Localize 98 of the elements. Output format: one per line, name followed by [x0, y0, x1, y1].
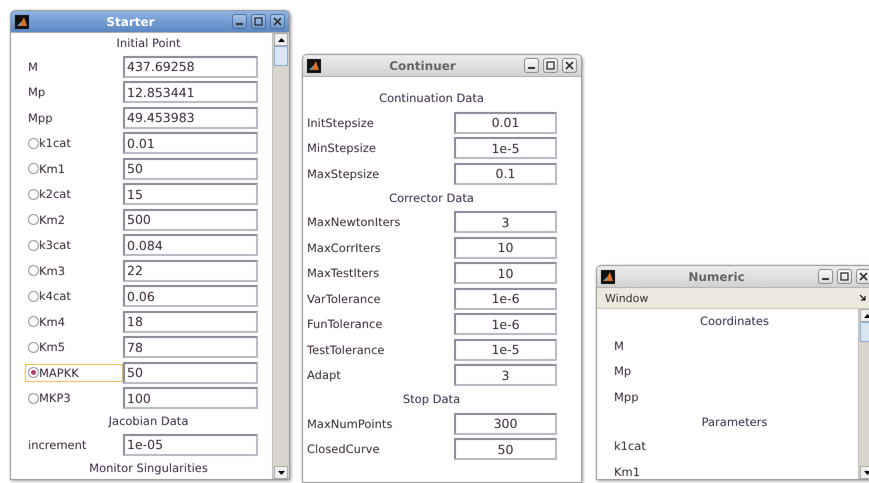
field-label: MaxNewtonIters [307, 215, 400, 230]
field-label: Adapt [307, 368, 341, 382]
down-triangle-icon [278, 470, 284, 474]
close-button[interactable] [270, 14, 285, 29]
section-heading: Continuation Data [379, 91, 484, 105]
field-label: VarTolerance [307, 292, 381, 306]
window-title: Starter [105, 14, 156, 28]
field-label: TestTolerance [307, 342, 384, 357]
field-label: Km1 [614, 464, 640, 479]
field-label: MaxStepsize [307, 166, 380, 181]
up-triangle-icon [278, 38, 284, 42]
value-field[interactable]: 437.69258 [123, 56, 258, 78]
arrow-icon [859, 294, 867, 302]
radio-option[interactable]: k2cat [25, 185, 123, 204]
value-field[interactable]: 49.453983 [123, 106, 258, 129]
maximize-icon [840, 272, 849, 281]
field-label: FunTolerance [307, 317, 382, 332]
field-label: InitStepsize [307, 116, 374, 130]
section-heading: Coordinates [700, 314, 770, 328]
radio-option[interactable]: MAPKK [25, 364, 123, 382]
field-label: MaxTestIters [307, 266, 380, 280]
radio-option[interactable]: MKP3 [25, 389, 123, 408]
field-label: M [28, 60, 38, 74]
radio-option[interactable]: k1cat [25, 134, 123, 152]
value-field[interactable]: 50 [454, 438, 557, 460]
value-field[interactable]: 50 [123, 158, 258, 180]
scroll-up-button[interactable] [274, 33, 288, 46]
maximize-button[interactable] [543, 58, 558, 73]
field-label: MaxNumPoints [307, 416, 392, 431]
value-field[interactable]: 300 [454, 412, 557, 435]
maximize-button[interactable] [837, 269, 852, 284]
close-icon [859, 272, 868, 281]
down-triangle-icon [864, 470, 869, 474]
minimize-button[interactable] [524, 58, 539, 73]
value-field[interactable]: 0.01 [123, 132, 258, 154]
app-logo-icon [15, 14, 29, 28]
window-title: Continuer [388, 58, 457, 72]
value-field[interactable]: 10 [454, 236, 557, 259]
scrollbar[interactable] [272, 33, 289, 479]
field-label: ClosedCurve [307, 442, 380, 456]
minimize-button[interactable] [818, 269, 833, 284]
value-field[interactable]: 3 [454, 364, 557, 386]
value-field[interactable]: 0.1 [454, 162, 557, 185]
field-label: increment [28, 438, 86, 452]
section-heading: Stop Data [402, 392, 460, 406]
value-field[interactable]: 1e-5 [454, 338, 557, 361]
value-field[interactable]: 50 [123, 362, 258, 384]
value-field[interactable]: 1e-5 [454, 137, 557, 160]
value-field[interactable]: 3 [454, 211, 557, 234]
value-field[interactable]: 1e-6 [454, 288, 557, 310]
value-field[interactable]: 1e-6 [454, 313, 557, 336]
menu-item[interactable]: Window [605, 292, 648, 304]
radio-option[interactable]: Km1 [25, 160, 123, 178]
field-label: k1cat [614, 439, 646, 454]
field-label: M [614, 338, 624, 353]
window-title: Numeric [687, 270, 746, 284]
radio-option[interactable]: Km4 [25, 312, 123, 331]
maximize-icon [254, 17, 263, 26]
field-label: MaxCorrIters [307, 240, 381, 255]
section-heading: Jacobian Data [108, 414, 188, 428]
radio-option[interactable]: k3cat [25, 236, 123, 254]
radio-option[interactable]: Km3 [25, 262, 123, 280]
app-logo-icon [307, 58, 321, 72]
scroll-down-button[interactable] [274, 466, 288, 479]
field-label: Mpp [614, 390, 639, 404]
value-field[interactable]: 10 [454, 262, 557, 284]
value-field[interactable]: 18 [123, 310, 258, 333]
app-logo-icon [601, 270, 615, 284]
value-field[interactable]: 0.01 [454, 112, 557, 134]
close-icon [273, 17, 282, 26]
value-field[interactable]: 78 [123, 336, 258, 358]
field-label: Mp [614, 364, 632, 378]
section-heading: Initial Point [116, 36, 181, 50]
value-field[interactable]: 0.084 [123, 234, 258, 256]
scroll-thumb[interactable] [274, 46, 288, 66]
value-field[interactable]: 0.06 [123, 285, 258, 308]
section-heading: Monitor Singularities [89, 460, 208, 474]
field-label: Mp [28, 85, 46, 100]
close-icon [565, 61, 574, 70]
section-heading: Corrector Data [389, 190, 474, 204]
value-field[interactable]: 12.853441 [123, 81, 258, 104]
field-label: MinStepsize [307, 141, 376, 156]
field-label: Mpp [28, 110, 53, 125]
section-heading: Parameters [702, 414, 768, 428]
radio-option[interactable]: Km2 [25, 210, 123, 229]
value-field[interactable]: 22 [123, 260, 258, 282]
minimize-button[interactable] [232, 14, 247, 29]
value-field[interactable]: 500 [123, 208, 258, 231]
up-triangle-icon [864, 314, 869, 318]
close-button[interactable] [562, 58, 577, 73]
maximize-button[interactable] [251, 14, 266, 29]
radio-option[interactable]: k4cat [25, 287, 123, 306]
close-button[interactable] [856, 269, 869, 284]
value-field[interactable]: 15 [123, 183, 258, 206]
maximize-icon [546, 61, 555, 70]
radio-option[interactable]: Km5 [25, 338, 123, 356]
value-field[interactable]: 100 [123, 387, 258, 410]
value-field[interactable]: 1e-05 [123, 434, 258, 456]
